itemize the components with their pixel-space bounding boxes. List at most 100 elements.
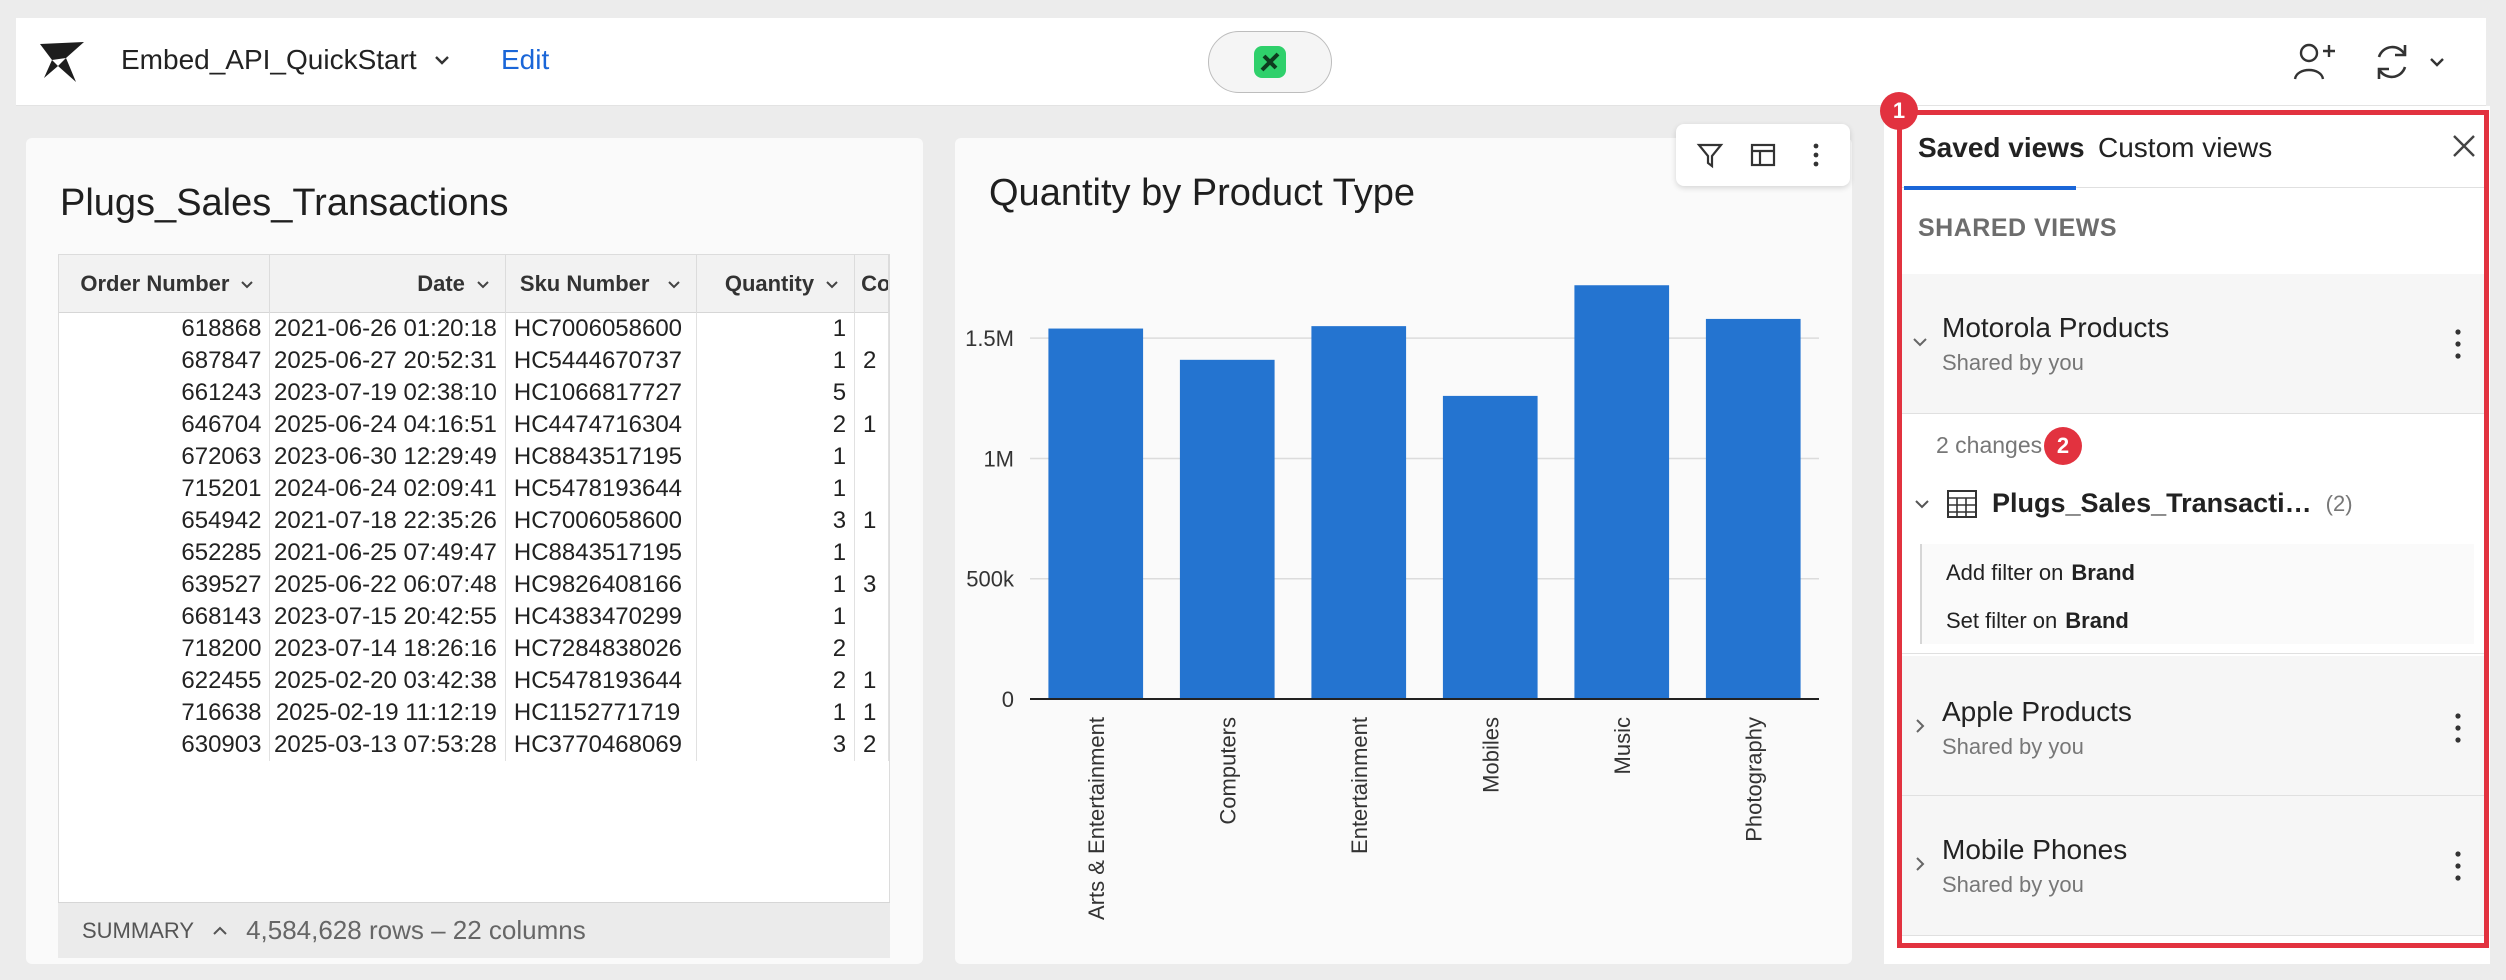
table-cell[interactable]: 2021-07-18 22:35:26 <box>270 505 506 537</box>
refresh-icon[interactable] <box>2368 38 2416 86</box>
app-logo-icon[interactable] <box>36 38 88 86</box>
table-row[interactable]: 718200 2023-07-14 18:26:16 HC7284838026 2 <box>59 633 889 665</box>
table-cell[interactable]: 3 <box>855 569 889 601</box>
chevron-down-icon[interactable] <box>1912 494 1932 514</box>
table-cell[interactable]: 1 <box>697 697 856 729</box>
table-row[interactable]: 668143 2023-07-15 20:42:55 HC4383470299 1 <box>59 601 889 633</box>
column-header-order-number[interactable]: Order Number <box>59 255 271 313</box>
table-cell[interactable]: 5 <box>697 377 856 409</box>
table-cell[interactable]: HC1066817727 <box>506 377 698 409</box>
table-row[interactable]: 630903 2025-03-13 07:53:28 HC3770468069 3 2 <box>59 729 889 761</box>
table-cell[interactable]: 3 <box>697 505 856 537</box>
chevron-up-icon[interactable] <box>210 921 230 941</box>
table-row[interactable]: 716638 2025-02-19 11:12:19 HC1152771719 1 1 <box>59 697 889 729</box>
table-cell[interactable]: 1 <box>697 345 856 377</box>
table-cell[interactable]: 654942 <box>59 505 271 537</box>
chevron-down-icon[interactable] <box>239 276 255 292</box>
table-cell[interactable]: 2023-07-19 02:38:10 <box>270 377 506 409</box>
table-cell[interactable]: 639527 <box>59 569 271 601</box>
chevron-right-icon[interactable] <box>1910 854 1930 874</box>
table-cell[interactable]: 2 <box>697 633 856 665</box>
table-row[interactable]: 654942 2021-07-18 22:35:26 HC7006058600 3 1 <box>59 505 889 537</box>
table-cell[interactable]: 646704 <box>59 409 271 441</box>
column-header-truncated[interactable]: Co <box>855 255 889 313</box>
table-row[interactable]: 687847 2025-06-27 20:52:31 HC5444670737 1 2 <box>59 345 889 377</box>
table-cell[interactable]: 2025-02-20 03:42:38 <box>270 665 506 697</box>
table-element[interactable]: Plugs_Sales_Transactions Order Number Da… <box>26 138 923 964</box>
more-options-icon[interactable] <box>2446 324 2470 364</box>
saved-view-apple[interactable]: Apple Products Shared by you <box>1902 656 2484 796</box>
table-cell[interactable]: 2021-06-26 01:20:18 <box>270 313 506 345</box>
table-cell[interactable]: HC5444670737 <box>506 345 698 377</box>
data-grid[interactable]: Order Number Date Sku Number Quantity Co… <box>58 254 890 938</box>
table-row[interactable]: 661243 2023-07-19 02:38:10 HC1066817727 5 <box>59 377 889 409</box>
center-action-button[interactable] <box>1208 31 1332 93</box>
table-cell[interactable]: 1 <box>697 441 856 473</box>
column-header-date[interactable]: Date <box>270 255 506 313</box>
table-cell[interactable] <box>855 377 889 409</box>
table-cell[interactable]: 2025-06-27 20:52:31 <box>270 345 506 377</box>
table-cell[interactable] <box>855 537 889 569</box>
table-cell[interactable]: HC4383470299 <box>506 601 698 633</box>
chevron-down-icon[interactable] <box>475 276 491 292</box>
table-cell[interactable]: 2021-06-25 07:49:47 <box>270 537 506 569</box>
table-cell[interactable]: 1 <box>855 409 889 441</box>
table-cell[interactable]: 2 <box>855 345 889 377</box>
table-view-icon[interactable] <box>1741 133 1785 177</box>
table-cell[interactable]: 715201 <box>59 473 271 505</box>
table-cell[interactable]: 618868 <box>59 313 271 345</box>
table-cell[interactable]: 2 <box>697 409 856 441</box>
tab-saved-views[interactable]: Saved views <box>1904 132 2085 190</box>
table-cell[interactable]: HC7006058600 <box>506 505 698 537</box>
more-options-icon[interactable] <box>2446 708 2470 748</box>
table-cell[interactable]: 2023-07-15 20:42:55 <box>270 601 506 633</box>
table-cell[interactable]: 2025-02-19 11:12:19 <box>270 697 506 729</box>
edit-link[interactable]: Edit <box>501 44 549 76</box>
table-cell[interactable]: 1 <box>697 569 856 601</box>
table-cell[interactable]: 1 <box>697 313 856 345</box>
filter-icon[interactable] <box>1688 133 1732 177</box>
more-options-icon[interactable] <box>2446 846 2470 886</box>
more-options-icon[interactable] <box>1794 133 1838 177</box>
table-cell[interactable]: 652285 <box>59 537 271 569</box>
table-row[interactable]: 646704 2025-06-24 04:16:51 HC4474716304 2 1 <box>59 409 889 441</box>
summary-bar[interactable]: SUMMARY 4,584,628 rows – 22 columns <box>58 902 890 958</box>
saved-view-mobile-phones[interactable]: Mobile Phones Shared by you <box>1902 796 2484 936</box>
chevron-right-icon[interactable] <box>1910 716 1930 736</box>
table-cell[interactable]: 3 <box>697 729 856 761</box>
table-cell[interactable] <box>855 633 889 665</box>
table-row[interactable]: 672063 2023-06-30 12:29:49 HC8843517195 1 <box>59 441 889 473</box>
column-header-quantity[interactable]: Quantity <box>697 255 856 313</box>
tab-custom-views[interactable]: Custom views <box>2098 132 2272 164</box>
table-cell[interactable]: 2023-07-14 18:26:16 <box>270 633 506 665</box>
chevron-down-icon[interactable] <box>824 276 840 292</box>
table-cell[interactable]: 1 <box>855 697 889 729</box>
close-icon[interactable] <box>2448 130 2480 162</box>
table-cell[interactable] <box>855 441 889 473</box>
table-cell[interactable]: 687847 <box>59 345 271 377</box>
table-cell[interactable]: HC7284838026 <box>506 633 698 665</box>
table-row[interactable]: 652285 2021-06-25 07:49:47 HC8843517195 1 <box>59 537 889 569</box>
table-row[interactable]: 622455 2025-02-20 03:42:38 HC5478193644 2 1 <box>59 665 889 697</box>
table-cell[interactable]: 2025-06-22 06:07:48 <box>270 569 506 601</box>
table-cell[interactable]: 622455 <box>59 665 271 697</box>
chevron-down-icon[interactable] <box>666 276 682 292</box>
table-cell[interactable]: 2024-06-24 02:09:41 <box>270 473 506 505</box>
table-cell[interactable] <box>855 473 889 505</box>
table-cell[interactable]: 630903 <box>59 729 271 761</box>
table-row[interactable]: 715201 2024-06-24 02:09:41 HC5478193644 1 <box>59 473 889 505</box>
table-cell[interactable]: 2025-06-24 04:16:51 <box>270 409 506 441</box>
table-cell[interactable]: HC1152771719 <box>506 697 698 729</box>
table-cell[interactable]: 2025-03-13 07:53:28 <box>270 729 506 761</box>
table-cell[interactable]: 2 <box>855 729 889 761</box>
saved-view-motorola[interactable]: Motorola Products Shared by you <box>1902 274 2484 414</box>
table-cell[interactable]: HC3770468069 <box>506 729 698 761</box>
table-row[interactable]: 639527 2025-06-22 06:07:48 HC9826408166 1 3 <box>59 569 889 601</box>
table-cell[interactable]: HC8843517195 <box>506 537 698 569</box>
table-cell[interactable]: HC9826408166 <box>506 569 698 601</box>
table-cell[interactable]: 672063 <box>59 441 271 473</box>
changed-table-row[interactable]: Plugs_Sales_Transacti… (2) <box>1912 488 2353 519</box>
table-cell[interactable]: HC5478193644 <box>506 473 698 505</box>
chevron-down-icon[interactable] <box>1910 332 1930 352</box>
table-cell[interactable]: 1 <box>697 601 856 633</box>
